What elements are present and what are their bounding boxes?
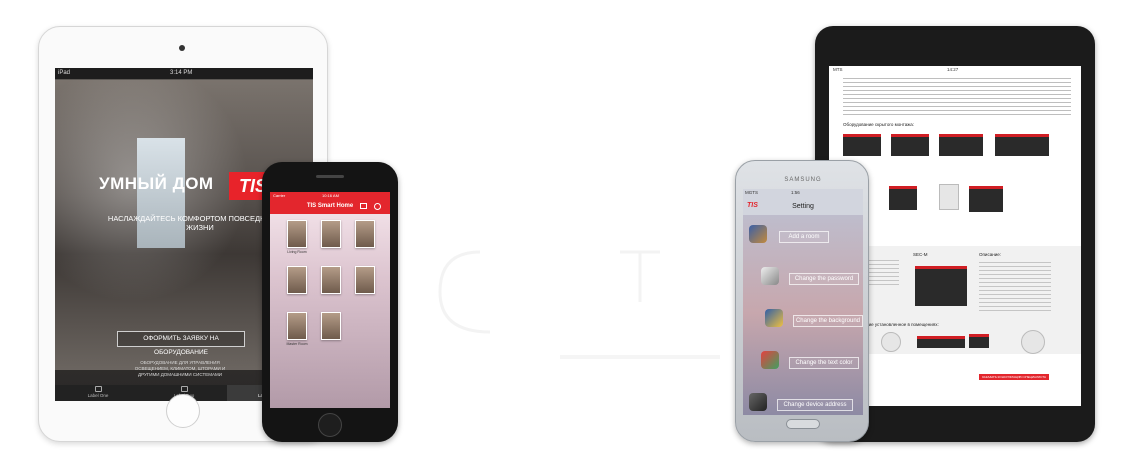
change-text-color-button[interactable]: Change the text color [789,357,859,369]
change-background-button[interactable]: Change the background [793,315,863,327]
app-title: TIS Smart Home [306,203,354,209]
settings-icon[interactable] [374,203,381,210]
room-tile[interactable] [316,312,346,356]
iphone-device: Carrier 10:16 AM TIS Smart Home Living R… [262,162,398,442]
home-button[interactable] [786,419,820,429]
order-equipment-button[interactable]: ОФОРМИТЬ ЗАЯВКУ НА ОБОРУДОВАНИЕ [117,331,245,356]
description-text: ОБОРУДОВАНИЕ ДЛЯ УПРАВЛЕНИЯ ОСВЕЩЕНИЕМ, … [134,360,226,377]
carrier-label: MGTS [745,190,758,195]
change-device-address-button[interactable]: Change device address [777,399,853,411]
room-thumbnail [287,220,307,248]
speaker-photo [1021,330,1045,354]
room-thumbnail [355,220,375,248]
device-label: Описание: [979,252,1001,257]
palette-icon [761,351,779,369]
status-bar: iPad 3:14 PM [55,68,313,79]
room-thumbnail [287,266,307,294]
room-tile[interactable]: Master Room [282,312,312,356]
room-tile[interactable] [316,266,346,310]
device-module [891,134,929,156]
house-icon [749,225,767,243]
watermark-graphic [438,250,720,359]
home-button[interactable] [318,413,342,437]
device-title: SEC-M [913,252,928,257]
tab-icon [180,386,188,392]
sensor-photo [881,332,901,352]
device-photo [969,334,989,348]
header-bar: MGTS 1:56 TIS Setting [743,189,863,215]
room-thumbnail [321,266,341,294]
status-time: 1:56 [791,190,800,195]
samsung-phone-device: SAMSUNG MGTS 1:56 TIS Setting Add a room… [735,160,869,442]
tab-label-one[interactable]: Label One [55,385,141,401]
carrier-label: iPad [58,70,71,76]
device-module [995,134,1049,156]
camera [179,45,185,51]
description-text [979,262,1051,312]
status-bar: MTS 14:27 [829,66,1081,74]
add-room-button[interactable]: Add a room [779,231,829,243]
carrier-label: MTS [833,67,843,72]
device-photo [917,336,965,348]
change-password-button[interactable]: Change the password [789,273,859,285]
chat-icon[interactable] [360,203,367,209]
brand-logo: SAMSUNG [784,177,822,183]
room-thumbnail [321,312,341,340]
intro-paragraph [843,78,1071,116]
section-heading: Оборудование скрытого монтажа: [843,122,914,127]
samsung-screen: MGTS 1:56 TIS Setting Add a room Change … [743,189,863,415]
iphone-screen: Carrier 10:16 AM TIS Smart Home Living R… [270,192,390,408]
status-time: 10:16 AM [322,193,339,198]
tab-icon [94,386,102,392]
room-tile[interactable] [316,220,346,264]
room-thumbnail [355,266,375,294]
home-button[interactable] [166,394,200,428]
device-icon [749,393,767,411]
brand-title: УМНЫЙ ДОМ [99,174,214,193]
device-module [939,184,959,210]
device-module [969,186,1003,212]
room-tile[interactable] [350,220,380,264]
speaker [316,175,344,178]
page-title: Setting [792,203,814,210]
device-photo [915,266,967,306]
device-module [939,134,983,156]
device-module [843,134,881,156]
room-thumbnail [287,312,307,340]
lock-icon [761,267,779,285]
room-tile[interactable]: Living Room [282,220,312,264]
device-module [889,186,917,210]
room-thumbnail [321,220,341,248]
room-tile[interactable] [282,266,312,310]
room-tile[interactable] [350,266,380,310]
status-time: 3:14 PM [170,70,193,76]
carrier-label: Carrier [273,193,286,198]
consultation-button[interactable]: ЗАКАЗАТЬ КОНСУЛЬТАЦИЮ СПЕЦИАЛИСТА [979,374,1049,380]
wallpaper-icon [765,309,783,327]
status-time: 14:27 [947,67,959,72]
nav-bar: Carrier 10:16 AM TIS Smart Home [270,192,390,214]
